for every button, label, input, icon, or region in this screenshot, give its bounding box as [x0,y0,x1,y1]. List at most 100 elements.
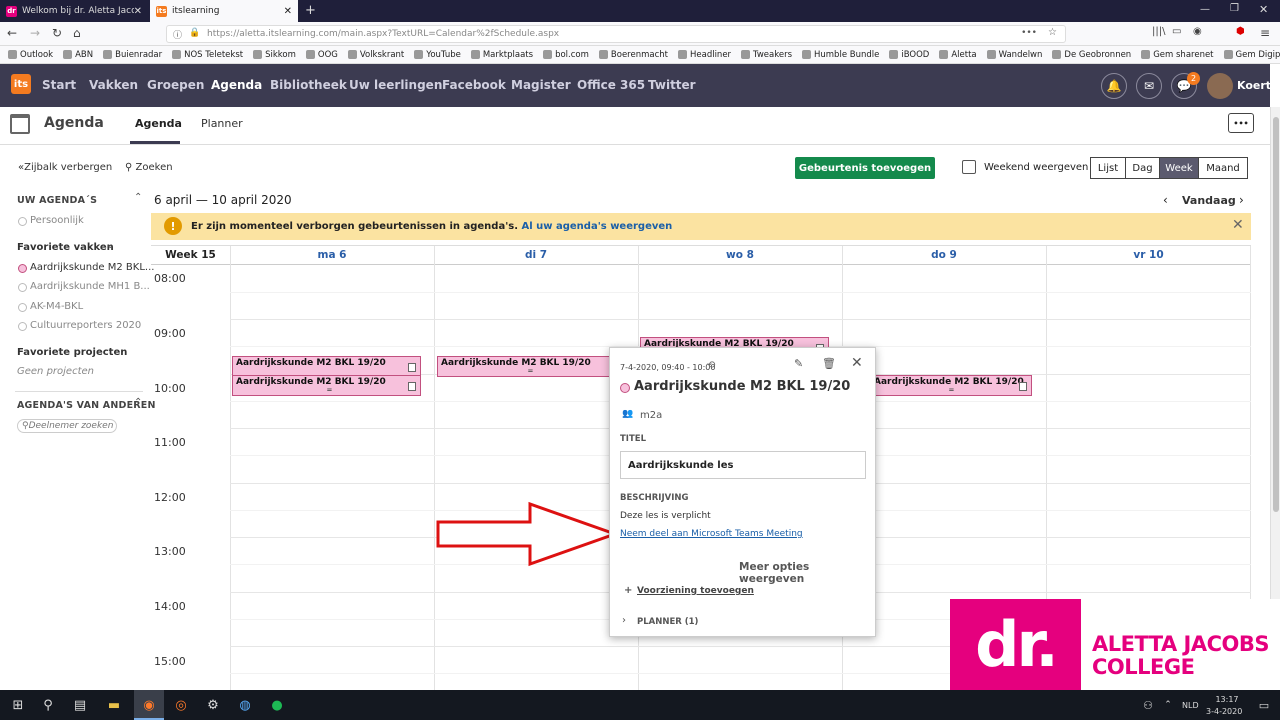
course-radio[interactable] [18,264,27,273]
close-icon[interactable]: ✕ [134,6,142,17]
day-header-thu[interactable]: do 9 [842,246,1046,265]
view-week-button[interactable]: Week [1159,157,1199,179]
nav-twitter[interactable]: Twitter [648,78,696,92]
trash-icon[interactable]: 🗑 [822,357,836,370]
clock-time[interactable]: 13:17 [1212,695,1242,704]
teams-meeting-link[interactable]: Neem deel aan Microsoft Teams Meeting [620,529,803,539]
tab-planner[interactable]: Planner [201,117,243,130]
close-icon[interactable]: ✕ [1232,217,1244,233]
nav-magister[interactable]: Magister [511,78,571,92]
nav-vakken[interactable]: Vakken [89,78,138,92]
bookmark-item[interactable]: OOG [305,50,338,60]
bookmark-item[interactable]: Gem Digiplein [1223,50,1280,60]
spotify-icon[interactable]: ● [269,697,285,713]
new-tab-icon[interactable]: + [305,3,316,18]
course-radio[interactable] [18,283,27,292]
library-icon[interactable]: |||\ [1152,26,1165,37]
more-options-link[interactable]: Meer opties weergeven [739,561,875,585]
close-icon[interactable]: ✕ [851,355,863,371]
chevron-up-icon[interactable]: ⌃ [134,397,142,408]
planner-section-toggle[interactable]: PLANNER (1) [637,617,698,627]
bookmark-item[interactable]: Tweakers [741,50,792,60]
resize-handle[interactable]: = [949,386,955,394]
browser-tab-welkom[interactable]: dr Welkom bij dr. Aletta Jacobs C ✕ [0,0,148,22]
back-icon[interactable]: ← [7,26,17,40]
view-month-button[interactable]: Maand [1198,157,1248,179]
steam-icon[interactable]: ⚙ [205,697,221,713]
participant-search-input[interactable]: ⚲Deelnemer zoeken [17,419,117,433]
sidebar-icon[interactable]: ▭ [1172,26,1181,37]
browser-tab-itslearning[interactable]: its itslearning ✕ [150,0,298,22]
today-button[interactable]: Vandaag [1182,194,1236,207]
bookmark-item[interactable]: Boerenmacht [598,50,668,60]
avatar[interactable] [1207,73,1233,99]
day-header-tue[interactable]: di 7 [434,246,638,265]
resize-handle[interactable]: = [528,367,534,375]
person-icon[interactable]: ⚇ [1140,697,1156,713]
calendar-event[interactable]: Aardrijkskunde M2 BKL 19/20 = [232,375,421,396]
view-day-button[interactable]: Dag [1125,157,1160,179]
resize-handle[interactable]: = [327,386,333,394]
page-actions-icon[interactable]: ••• [1021,28,1037,38]
bookmark-item[interactable]: De Geobronnen [1052,50,1131,60]
tab-agenda[interactable]: Agenda [135,117,182,130]
bookmark-item[interactable]: Headliner [677,50,731,60]
notifications-bell-icon[interactable]: 🔔 [1101,73,1127,99]
window-close-icon[interactable]: ✕ [1259,3,1268,16]
close-icon[interactable]: ✕ [284,6,292,17]
day-header-fri[interactable]: vr 10 [1046,246,1251,265]
course-radio[interactable] [18,322,27,331]
file-explorer-icon[interactable]: ▬ [106,697,122,713]
bookmark-item[interactable]: NOS Teletekst [172,50,243,60]
calendar-event[interactable]: Aardrijkskunde M2 BKL 19/20 = [437,356,617,377]
nav-facebook[interactable]: Facebook [442,78,506,92]
task-view-icon[interactable]: ▤ [72,697,88,713]
bookmark-item[interactable]: Humble Bundle [802,50,879,60]
calendar-event[interactable]: Aardrijkskunde M2 BKL 19/20 = [866,375,1032,396]
title-field[interactable]: Aardrijkskunde les [620,451,866,479]
chevron-right-icon[interactable]: › [622,615,626,626]
add-resource-link[interactable]: Voorziening toevoegen [637,586,754,596]
course-item[interactable]: Aardrijkskunde M2 BKL... [30,262,154,273]
course-item[interactable]: AK-M4-BKL [30,301,83,312]
bookmark-star-icon[interactable]: ☆ [1048,27,1057,38]
prev-week-icon[interactable]: ‹ [1163,193,1168,207]
course-item[interactable]: Cultuurreporters 2020 [30,320,141,331]
notification-center-icon[interactable]: ▭ [1256,697,1272,713]
chevron-up-icon[interactable]: ⌃ [134,192,142,203]
more-options-button[interactable]: ••• [1228,113,1254,133]
app-icon[interactable]: ◍ [237,697,253,713]
bookmark-item[interactable]: Marktplaats [470,50,533,60]
bookmark-item[interactable]: YouTube [414,50,461,60]
bookmark-item[interactable]: Sikkom [253,50,296,60]
bookmark-item[interactable]: Volkskrant [347,50,404,60]
search-icon[interactable]: ⚲ [40,697,56,713]
itslearning-logo[interactable]: its [11,74,31,94]
agenda-radio[interactable] [18,217,27,226]
bookmark-item[interactable]: Outlook [8,50,53,60]
address-bar[interactable]: ⓘ 🔒 https://aletta.itslearning.com/main.… [166,25,1066,43]
bookmark-item[interactable]: iBOOD [889,50,929,60]
nav-groepen[interactable]: Groepen [147,78,204,92]
bookmark-item[interactable]: Buienradar [103,50,162,60]
bookmark-item[interactable]: Aletta [939,50,977,60]
agenda-personal[interactable]: Persoonlijk [30,215,84,226]
home-icon[interactable]: ⌂ [73,26,81,40]
search-button[interactable]: ⚲ Zoeken [125,162,173,173]
menu-icon[interactable]: ≡ [1260,26,1270,40]
firefox-alt-icon[interactable]: ◎ [173,697,189,713]
nav-bibliotheek[interactable]: Bibliotheek [270,78,347,92]
account-icon[interactable]: ◉ [1193,26,1202,37]
minimize-icon[interactable]: — [1200,4,1210,15]
bookmark-item[interactable]: ABN [63,50,93,60]
firefox-icon[interactable]: ◉ [141,697,157,713]
add-event-button[interactable]: Gebeurtenis toevoegen [795,157,935,179]
windows-start-icon[interactable]: ⊞ [10,697,26,713]
messages-icon[interactable]: ✉ [1136,73,1162,99]
scrollbar-thumb[interactable] [1273,117,1279,512]
show-all-agendas-link[interactable]: Al uw agenda's weergeven [522,221,673,232]
chevron-down-icon[interactable]: ⌄ [106,240,114,251]
reload-icon[interactable]: ↻ [52,26,62,40]
bookmark-item[interactable]: Wandelwn [986,50,1042,60]
forward-icon[interactable]: → [30,26,40,40]
